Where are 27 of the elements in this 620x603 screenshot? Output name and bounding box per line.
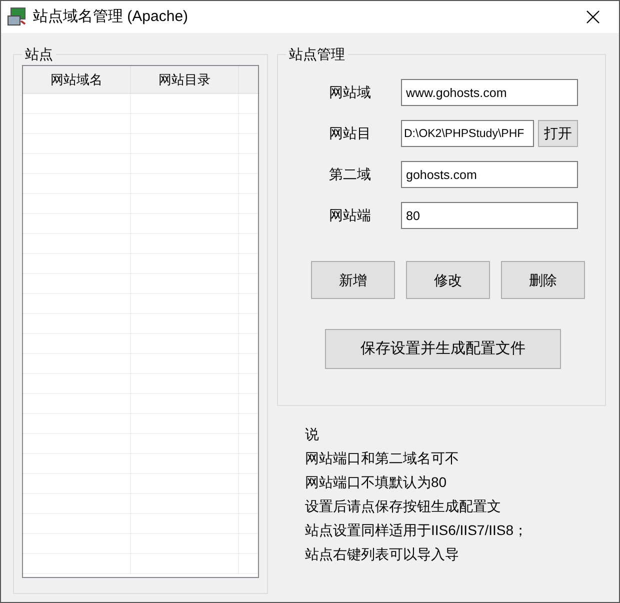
text-field[interactable]: 80 [401,202,578,229]
action-button[interactable]: 新增 [311,261,395,299]
field-label: 第二域 [328,165,372,184]
note-text: 网站端口和第二域名可不 [305,449,460,468]
open-button[interactable]: 打开 [538,120,578,147]
app-icon [7,7,27,27]
note-text: 说 [305,425,320,444]
note-text: 网站端口不填默认为80 [305,473,448,492]
note-text: 设置后请点保存按钮生成配置文 [305,497,502,516]
site-list[interactable]: 网站域名 网站目录 [22,65,259,578]
column-header[interactable]: 网站目录 [131,66,239,93]
text-field[interactable]: D:\OK2\PHPStudy\PHF [401,120,534,147]
save-button[interactable]: 保存设置并生成配置文件 [325,329,561,369]
note-text: 站点设置同样适用于IIS6/IIS7/IIS8； [305,521,528,540]
close-icon [586,10,600,24]
field-label: 网站端 [328,206,372,225]
field-label: 网站域 [328,83,372,102]
text-field[interactable]: gohosts.com [401,161,578,188]
group-title: 站点 [22,45,56,63]
group-title: 站点管理 [286,45,348,63]
field-label: 网站目 [328,124,372,143]
column-header[interactable]: 网站域名 [23,66,131,93]
text-field[interactable]: www.gohosts.com [401,79,578,106]
action-button[interactable]: 删除 [501,261,585,299]
action-button[interactable]: 修改 [406,261,490,299]
window-title: 站点域名管理 (Apache) [33,6,188,27]
note-text: 站点右键列表可以导入导 [305,545,460,564]
